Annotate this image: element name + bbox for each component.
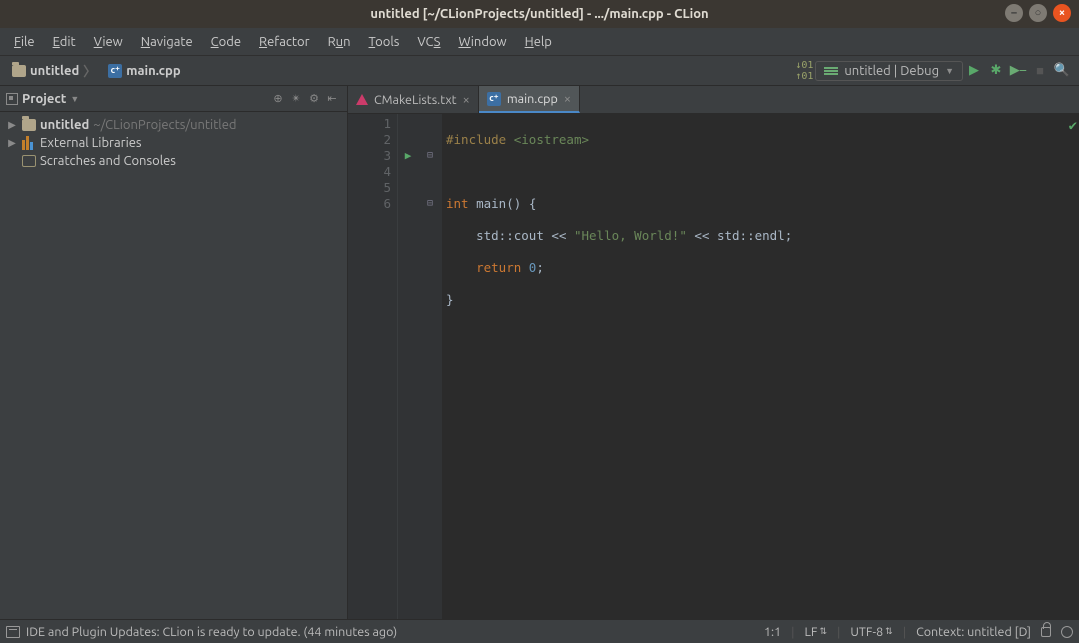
- line-separator[interactable]: LF⇅: [805, 625, 828, 639]
- inspector-icon: [1061, 626, 1073, 638]
- hide-tool-window-button[interactable]: ⇤: [323, 90, 341, 108]
- line-number-gutter: 1 2 3 4 5 6: [348, 114, 398, 619]
- status-bar: IDE and Plugin Updates: CLion is ready t…: [0, 619, 1079, 643]
- menu-window[interactable]: Window: [450, 33, 514, 51]
- lock-icon: [1041, 627, 1051, 637]
- close-tab-button[interactable]: ×: [463, 93, 470, 107]
- chevron-down-icon: ▼: [70, 94, 79, 104]
- cpp-file-icon: c⁺: [487, 92, 501, 106]
- line-number: 6: [348, 196, 391, 212]
- editor-tab-label: main.cpp: [507, 92, 558, 106]
- project-tool-title-label: Project: [22, 92, 66, 106]
- menu-navigate[interactable]: Navigate: [133, 33, 201, 51]
- run-configuration-label: untitled | Debug: [844, 64, 939, 78]
- menu-file[interactable]: File: [6, 33, 43, 51]
- line-number: 3: [348, 148, 391, 164]
- chevron-right-icon: ▶: [6, 137, 18, 149]
- close-tab-button[interactable]: ×: [564, 92, 571, 106]
- project-settings-button[interactable]: ⚙: [305, 90, 323, 108]
- folder-icon: [22, 119, 36, 131]
- editor-tabs: CMakeLists.txt × c⁺ main.cpp ×: [348, 86, 1079, 114]
- project-tool-window: Project ▼ ⊕ ✴ ⚙ ⇤ ▶ untitled ~/CLionProj…: [0, 86, 348, 619]
- window-close-button[interactable]: ×: [1053, 4, 1071, 22]
- breadcrumb-file-label: main.cpp: [126, 64, 180, 78]
- run-with-coverage-button[interactable]: ▶⎯: [1007, 60, 1029, 82]
- menu-vcs[interactable]: VCS: [409, 33, 448, 51]
- run-gutter: ▶: [398, 114, 418, 619]
- fold-end-icon[interactable]: ⊟: [418, 196, 442, 212]
- editor-tab-cmakelists[interactable]: CMakeLists.txt ×: [348, 86, 479, 113]
- debug-button[interactable]: ✱: [985, 60, 1007, 82]
- tree-node-external-libraries[interactable]: ▶ External Libraries: [2, 134, 345, 152]
- tree-node-project[interactable]: ▶ untitled ~/CLionProjects/untitled: [2, 116, 345, 134]
- target-icon: [824, 64, 838, 78]
- stop-button[interactable]: ■: [1029, 60, 1051, 82]
- collapse-all-button[interactable]: ✴: [287, 90, 305, 108]
- code-editor[interactable]: 1 2 3 4 5 6 ▶ ⊟ ⊟ #include <iostream> in…: [348, 114, 1079, 619]
- chevron-right-icon: ▶: [6, 119, 18, 131]
- cpp-file-icon: c⁺: [108, 64, 122, 78]
- menu-run[interactable]: Run: [320, 33, 359, 51]
- project-tree: ▶ untitled ~/CLionProjects/untitled ▶ Ex…: [0, 112, 347, 174]
- menu-view[interactable]: View: [86, 33, 131, 51]
- line-number: 5: [348, 180, 391, 196]
- fold-gutter: ⊟ ⊟: [418, 114, 442, 619]
- menu-refactor[interactable]: Refactor: [251, 33, 318, 51]
- run-button[interactable]: ▶: [963, 60, 985, 82]
- inspection-ok-icon[interactable]: ✔: [1069, 118, 1077, 134]
- locate-file-button[interactable]: ⊕: [269, 90, 287, 108]
- window-maximize-button[interactable]: ○: [1029, 4, 1047, 22]
- project-tool-title[interactable]: Project ▼: [6, 92, 79, 106]
- update-project-button[interactable]: ↓01↑01: [793, 60, 815, 82]
- breadcrumb-project-label: untitled: [30, 64, 79, 78]
- tree-node-scratches[interactable]: Scratches and Consoles: [2, 152, 345, 170]
- code-content[interactable]: #include <iostream> int main() { std::co…: [442, 114, 1079, 619]
- editor-tab-main-cpp[interactable]: c⁺ main.cpp ×: [479, 86, 580, 113]
- editor-area: CMakeLists.txt × c⁺ main.cpp × 1 2 3 4 5…: [348, 86, 1079, 619]
- run-line-marker-icon[interactable]: ▶: [405, 148, 412, 164]
- cmake-file-icon: [356, 94, 368, 105]
- menu-tools[interactable]: Tools: [361, 33, 408, 51]
- window-titlebar: untitled [~/CLionProjects/untitled] - ..…: [0, 0, 1079, 28]
- breadcrumb-project[interactable]: untitled 〉: [6, 59, 102, 82]
- main-split: Project ▼ ⊕ ✴ ⚙ ⇤ ▶ untitled ~/CLionProj…: [0, 86, 1079, 619]
- tool-windows-quick-access-icon[interactable]: [6, 626, 20, 638]
- project-icon: [6, 93, 18, 105]
- folder-icon: [12, 65, 26, 77]
- editor-tab-label: CMakeLists.txt: [374, 93, 457, 107]
- navigation-bar: untitled 〉 c⁺ main.cpp ↓01↑01 untitled |…: [0, 56, 1079, 86]
- window-minimize-button[interactable]: –: [1005, 4, 1023, 22]
- status-message[interactable]: IDE and Plugin Updates: CLion is ready t…: [26, 625, 397, 639]
- context-widget[interactable]: Context: untitled [D]: [916, 625, 1031, 639]
- tree-node-label: External Libraries: [40, 136, 142, 150]
- breadcrumb-file[interactable]: c⁺ main.cpp: [102, 62, 186, 80]
- menu-code[interactable]: Code: [203, 33, 249, 51]
- line-number: 1: [348, 116, 391, 132]
- chevron-down-icon: ▼: [945, 66, 954, 76]
- tree-node-path: ~/CLionProjects/untitled: [93, 118, 236, 132]
- line-number: 2: [348, 132, 391, 148]
- line-number: 4: [348, 164, 391, 180]
- read-only-toggle[interactable]: [1041, 627, 1051, 637]
- fold-start-icon[interactable]: ⊟: [418, 148, 442, 164]
- breadcrumb-separator: 〉: [83, 61, 96, 80]
- tree-node-label: untitled: [40, 118, 89, 132]
- menu-help[interactable]: Help: [517, 33, 560, 51]
- tree-node-label: Scratches and Consoles: [40, 154, 176, 168]
- library-icon: [22, 136, 36, 150]
- menu-edit[interactable]: Edit: [45, 33, 84, 51]
- search-everywhere-button[interactable]: 🔍: [1051, 60, 1073, 82]
- inspection-profile[interactable]: [1061, 626, 1073, 638]
- caret-position[interactable]: 1:1: [764, 625, 781, 639]
- menu-bar: File Edit View Navigate Code Refactor Ru…: [0, 28, 1079, 56]
- window-title: untitled [~/CLionProjects/untitled] - ..…: [370, 7, 708, 21]
- scratches-icon: [22, 155, 36, 167]
- run-configuration-selector[interactable]: untitled | Debug ▼: [815, 61, 963, 81]
- project-tool-header: Project ▼ ⊕ ✴ ⚙ ⇤: [0, 86, 347, 112]
- file-encoding[interactable]: UTF-8⇅: [850, 625, 892, 639]
